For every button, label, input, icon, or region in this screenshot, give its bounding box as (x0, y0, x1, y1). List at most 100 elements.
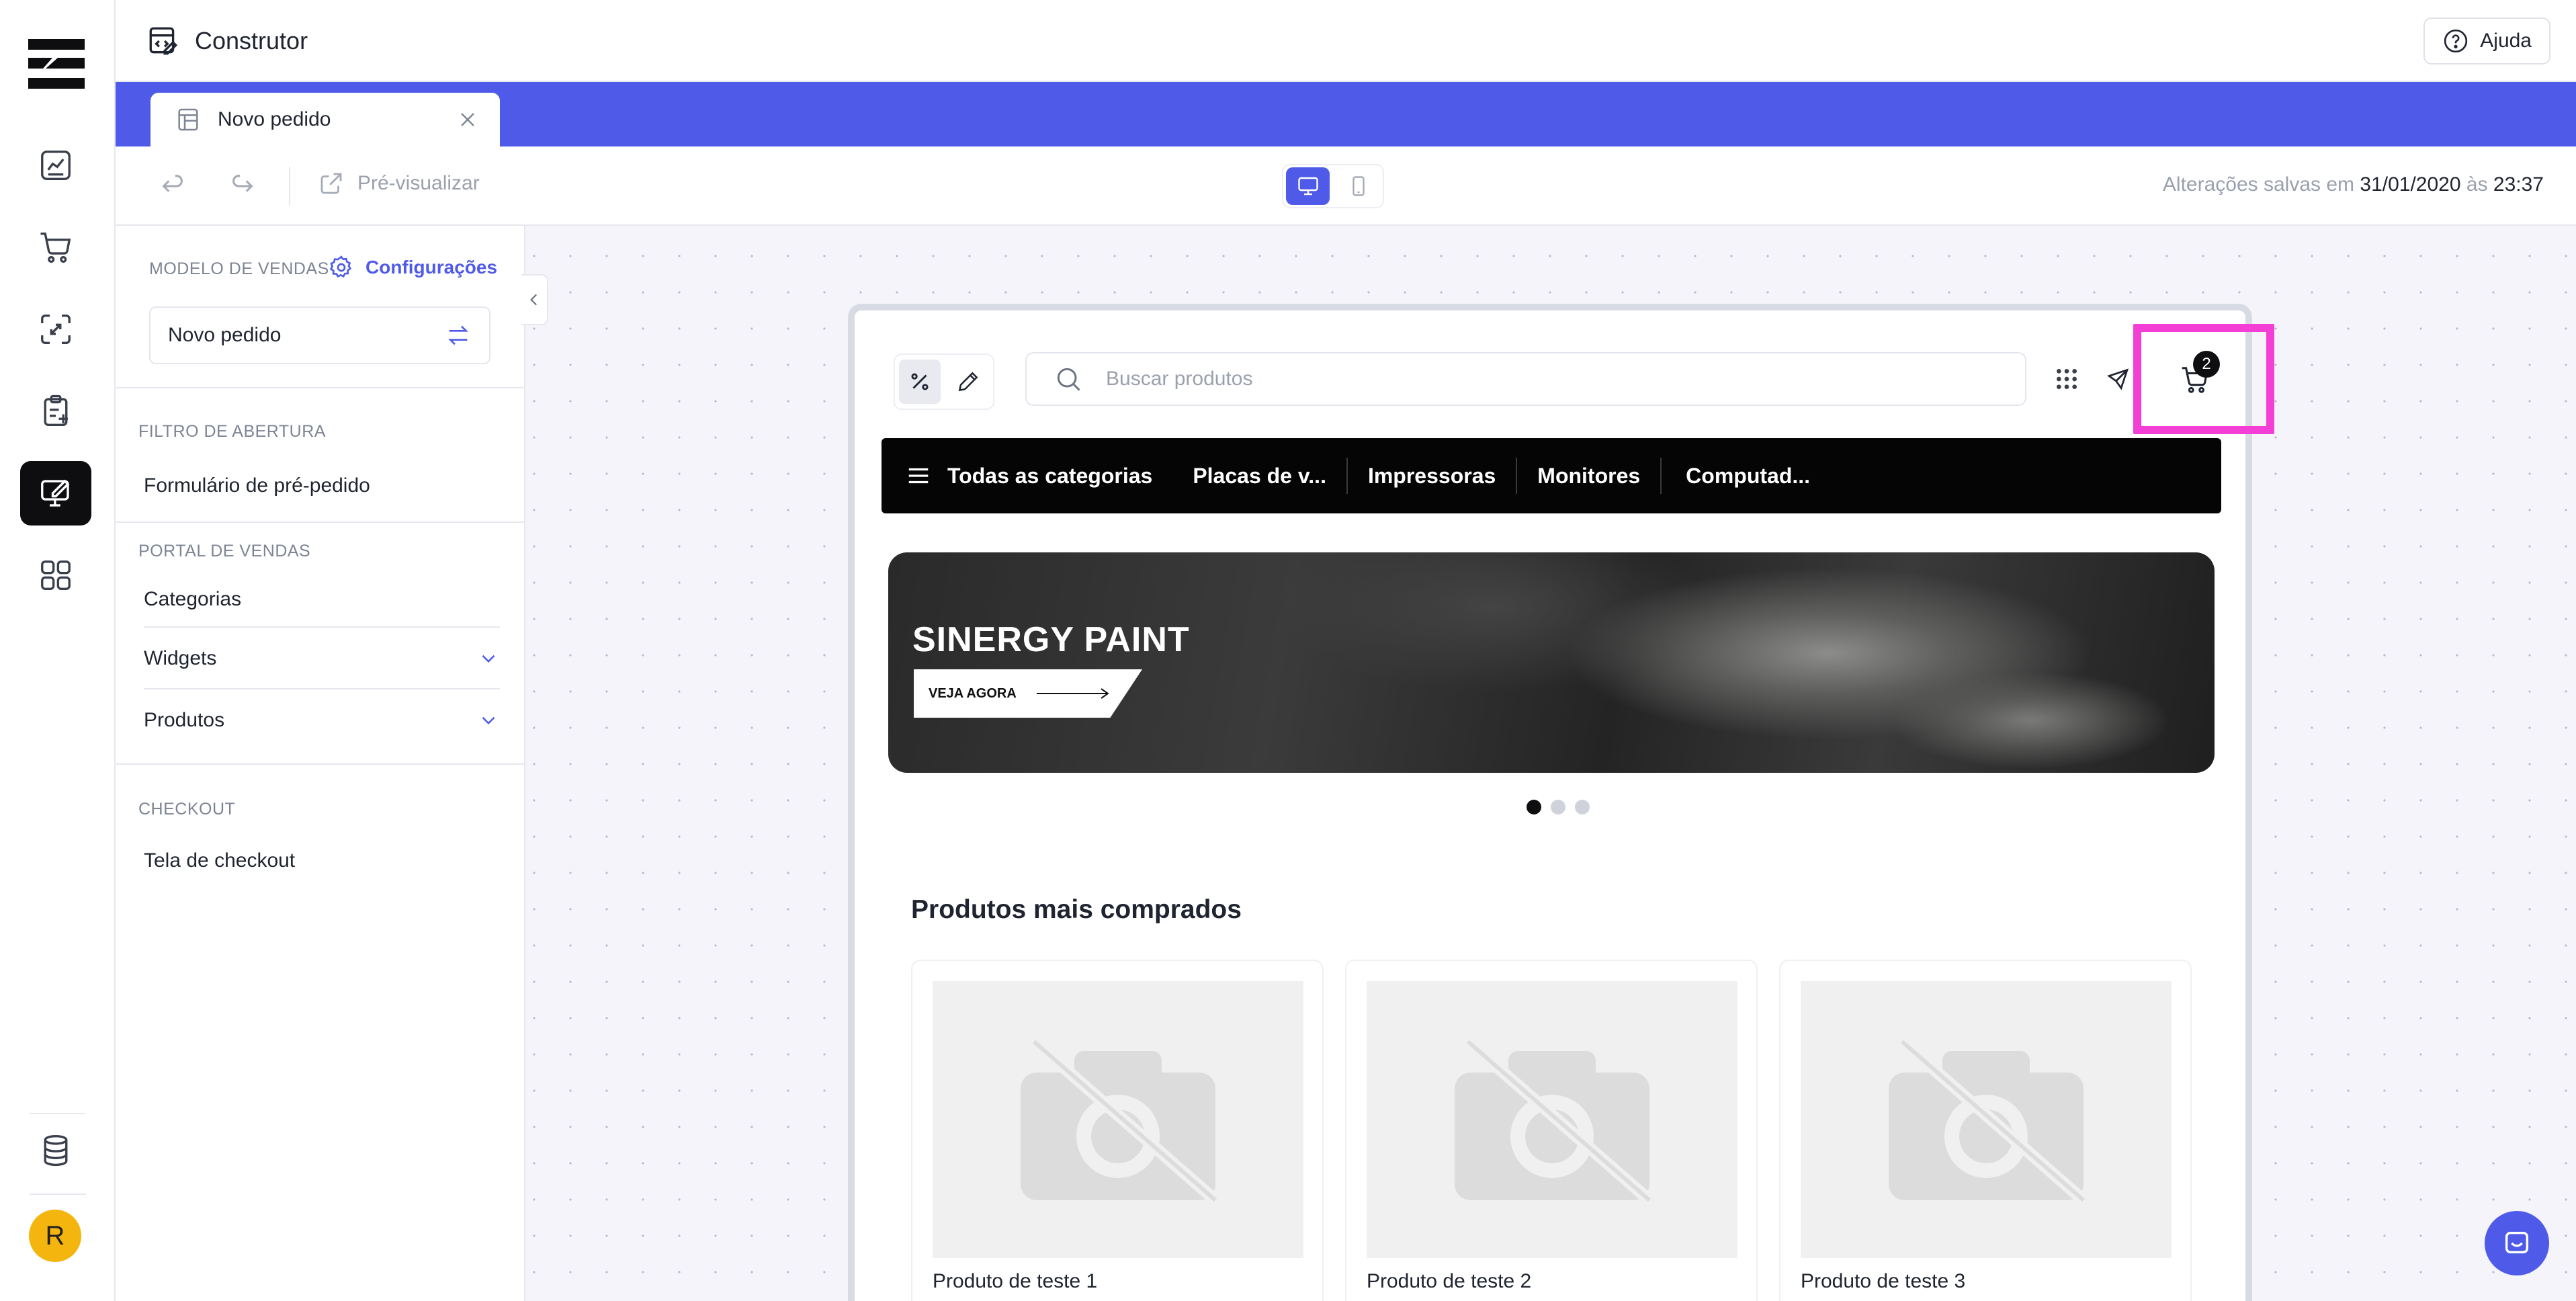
share-icon[interactable] (2107, 367, 2131, 391)
portal-item-widgets[interactable]: Widgets (144, 628, 500, 689)
carousel-dot[interactable] (1575, 800, 1590, 814)
desktop-icon (1297, 177, 1318, 196)
rail-forms[interactable] (20, 379, 91, 444)
portal-item-label: Widgets (144, 647, 217, 669)
carousel-dot[interactable] (1527, 800, 1541, 814)
builder-icon (41, 479, 70, 507)
rail-divider (30, 1113, 86, 1114)
apps-grid-icon (41, 560, 71, 590)
sales-model-select[interactable]: Novo pedido (149, 306, 490, 364)
app-logo[interactable] (28, 36, 85, 93)
chevron-down-icon (482, 716, 495, 725)
database-icon (44, 1134, 68, 1167)
table-doc-icon (178, 108, 198, 131)
product-search[interactable]: Buscar produtos (1025, 352, 2026, 406)
tab-bar: Novo pedido (116, 82, 2576, 146)
rail-builder[interactable] (20, 461, 91, 526)
settings-link-label: Configurações (366, 257, 498, 278)
pencil-icon (958, 372, 978, 392)
filter-item-preorder-form[interactable]: Formulário de pré-pedido (144, 474, 370, 497)
discount-tool-button[interactable] (899, 360, 941, 404)
product-name: Produto de teste 1 (933, 1270, 1098, 1292)
rail-exchange[interactable] (20, 297, 91, 362)
banner-title: SINERGY PAINT (912, 620, 1190, 659)
help-button[interactable]: Ajuda (2423, 17, 2550, 65)
undo-icon[interactable] (157, 171, 188, 202)
edit-tool-button[interactable] (947, 360, 989, 404)
builder-sidebar: MODELO DE VENDAS Configurações Novo pedi… (116, 226, 525, 1301)
model-section-label: MODELO DE VENDAS (149, 259, 329, 278)
page-title: Construtor (195, 27, 308, 54)
arrow-right-icon (1036, 688, 1109, 699)
apps-dots-icon[interactable] (2053, 366, 2080, 392)
panel-divider (116, 521, 525, 523)
product-card[interactable]: Produto de teste 1 (911, 960, 1324, 1301)
category-item[interactable]: Impressoras (1346, 458, 1516, 494)
product-card[interactable]: Produto de teste 2 (1345, 960, 1758, 1301)
carousel-dots (1527, 800, 1590, 814)
rail-database[interactable] (20, 1118, 91, 1183)
category-item[interactable]: Monitores (1516, 458, 1660, 494)
carousel-dot[interactable] (1551, 800, 1565, 814)
menu-icon[interactable] (906, 463, 931, 489)
portal-item-categories[interactable]: Categorias (144, 569, 500, 630)
chat-button[interactable] (2485, 1211, 2549, 1275)
save-status-time: 23:37 (2493, 173, 2544, 196)
redo-icon[interactable] (227, 171, 258, 202)
rail-dashboard[interactable] (20, 133, 91, 198)
chevron-down-icon (482, 655, 495, 663)
best-sellers-title: Produtos mais comprados (911, 895, 1242, 924)
help-icon (2444, 29, 2468, 53)
product-name: Produto de teste 3 (1801, 1270, 1966, 1292)
no-image-icon (1021, 1037, 1219, 1205)
hero-banner[interactable]: SINERGY PAINT VEJA AGORA (888, 552, 2215, 773)
banner-cta-button[interactable]: VEJA AGORA (914, 669, 1142, 718)
save-status-prefix: Alterações salvas em (2162, 173, 2355, 196)
checkout-section-label: CHECKOUT (138, 800, 236, 819)
portal-item-products[interactable]: Produtos (144, 689, 500, 751)
rail-divider (30, 1193, 86, 1195)
preview-label: Pré-visualizar (357, 172, 480, 194)
mobile-view-button[interactable] (1336, 167, 1380, 205)
search-placeholder: Buscar produtos (1106, 368, 1253, 390)
rail-orders[interactable] (20, 215, 91, 280)
settings-link[interactable]: Configurações (328, 254, 497, 281)
no-image-icon (1889, 1037, 2088, 1205)
store-preview-frame: Buscar produtos 2 Todas as categorias Pl… (848, 304, 2274, 1301)
add-tab-icon[interactable] (400, 101, 430, 130)
swap-icon (448, 325, 468, 345)
chat-icon (2505, 1231, 2529, 1254)
banner-cta-label: VEJA AGORA (929, 685, 1017, 701)
checkout-item-screen[interactable]: Tela de checkout (144, 849, 295, 872)
category-item[interactable]: Placas de v... (1172, 458, 1346, 494)
product-image-placeholder (933, 981, 1303, 1258)
filter-section-label: FILTRO DE ABERTURA (138, 422, 326, 441)
gear-icon (329, 255, 352, 278)
percent-icon (911, 373, 929, 390)
category-all[interactable]: Todas as categorias (947, 458, 1172, 494)
panel-divider (116, 763, 525, 765)
editor-toolbar: Pré-visualizar Alterações salvas em 31/0… (116, 146, 2576, 226)
builder-canvas: Buscar produtos 2 Todas as categorias Pl… (525, 226, 2576, 1301)
toolbar-divider (289, 167, 290, 206)
cart-icon (40, 233, 71, 263)
user-avatar[interactable]: R (29, 1210, 81, 1262)
sales-model-value: Novo pedido (168, 324, 282, 346)
desktop-view-button[interactable] (1286, 167, 1330, 205)
preview-button[interactable]: Pré-visualizar (317, 169, 480, 198)
collapse-sidebar-button[interactable] (521, 274, 548, 325)
product-image-placeholder (1367, 981, 1737, 1258)
search-icon (1057, 368, 1080, 391)
tab-novo-pedido[interactable]: Novo pedido (151, 93, 500, 146)
exchange-icon (41, 314, 71, 344)
tab-label: Novo pedido (218, 108, 331, 130)
no-image-icon (1455, 1037, 1654, 1205)
product-card[interactable]: Produto de teste 3 (1779, 960, 2192, 1301)
category-item[interactable]: Computad... (1660, 458, 1830, 494)
close-icon[interactable] (456, 108, 480, 132)
rail-apps[interactable] (20, 543, 91, 607)
top-header: Construtor Ajuda (116, 0, 2576, 82)
save-status-date: 31/01/2020 (2360, 173, 2461, 196)
panel-divider (116, 387, 525, 388)
dashboard-icon (41, 151, 71, 180)
